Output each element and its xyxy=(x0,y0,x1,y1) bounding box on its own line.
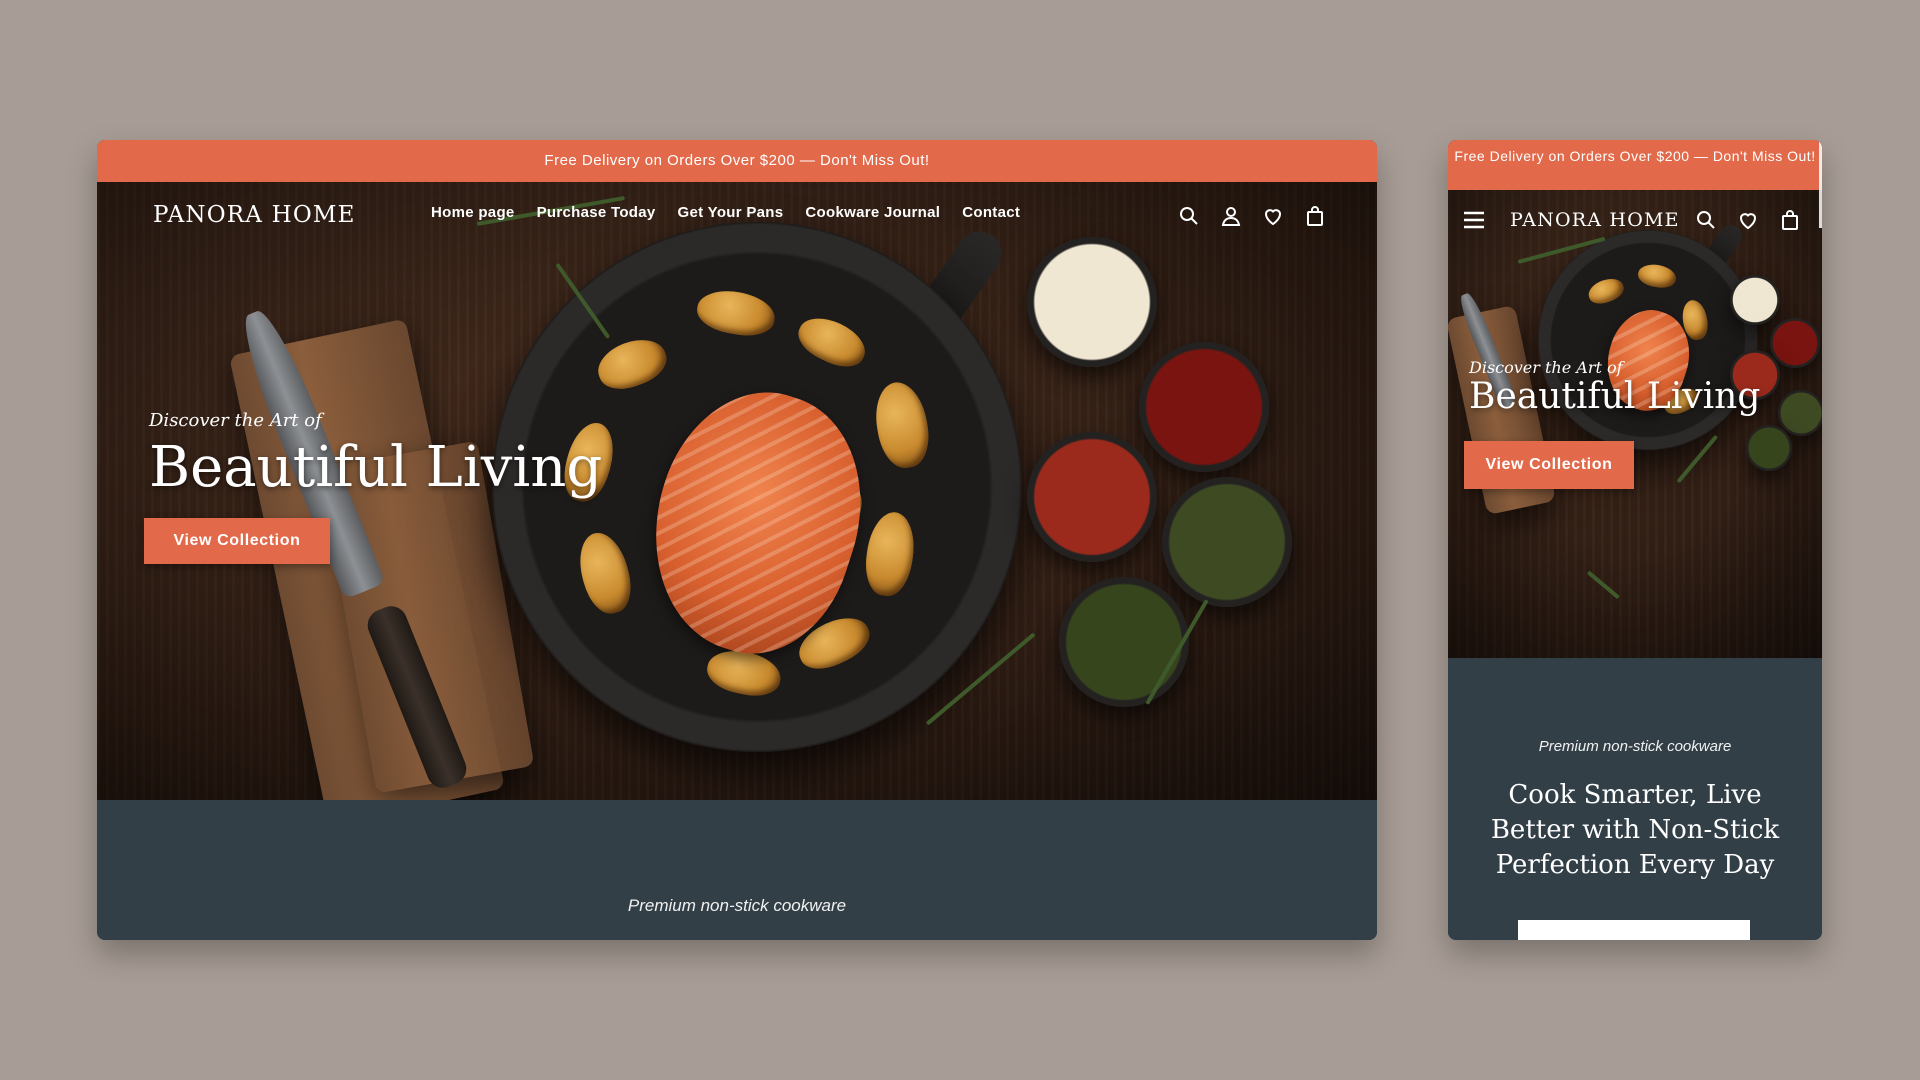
search-icon[interactable] xyxy=(1177,204,1201,228)
bag-icon[interactable] xyxy=(1303,204,1327,228)
nav-item-home[interactable]: Home page xyxy=(431,204,515,221)
intro-section-mobile: Premium non-stick cookware Cook Smarter,… xyxy=(1448,658,1822,940)
hero-headline: Beautiful Living xyxy=(149,435,603,500)
site-header: PANORA HOME Home page Purchase Today Get… xyxy=(97,182,1377,252)
view-collection-button[interactable]: View Collection xyxy=(144,518,330,564)
account-icon[interactable] xyxy=(1219,204,1243,228)
site-header-mobile: PANORA HOME xyxy=(1448,190,1822,248)
hero-text: Discover the Art of Beautiful Living xyxy=(149,410,602,499)
hero-eyebrow: Discover the Art of xyxy=(149,410,322,431)
search-icon[interactable] xyxy=(1694,208,1718,232)
bag-icon[interactable] xyxy=(1778,208,1802,232)
promo-banner-mobile: Free Delivery on Orders Over $200 — Don'… xyxy=(1448,140,1822,190)
section-tagline: Premium non-stick cookware xyxy=(627,896,847,915)
section-title: Cook Smarter, Live Better with Non-Stick… xyxy=(1490,780,1780,880)
promo-banner: Free Delivery on Orders Over $200 — Don'… xyxy=(97,140,1377,182)
nav-item-journal[interactable]: Cookware Journal xyxy=(805,204,940,221)
mobile-mockup: Free Delivery on Orders Over $200 — Don'… xyxy=(1448,140,1822,940)
hero-headline-mobile: Beautiful Living xyxy=(1469,376,1761,417)
hero-text-mobile: Discover the Art of Beautiful Living xyxy=(1469,358,1760,417)
section-tagline-mobile: Premium non-stick cookware xyxy=(1538,738,1732,755)
nav-item-contact[interactable]: Contact xyxy=(962,204,1020,221)
header-icons-mobile xyxy=(1694,208,1802,232)
heart-icon[interactable] xyxy=(1736,208,1760,232)
hero-eyebrow-mobile: Discover the Art of xyxy=(1469,358,1623,377)
hero-image-mobile xyxy=(1448,190,1822,658)
logo-mobile[interactable]: PANORA HOME xyxy=(1510,209,1680,231)
heart-icon[interactable] xyxy=(1261,204,1285,228)
logo[interactable]: PANORA HOME xyxy=(153,202,356,228)
desktop-mockup: Free Delivery on Orders Over $200 — Don'… xyxy=(97,140,1377,940)
intro-section: Premium non-stick cookware xyxy=(97,800,1377,940)
section-button[interactable] xyxy=(1518,920,1750,940)
view-collection-button-mobile[interactable]: View Collection xyxy=(1464,441,1634,489)
header-icons xyxy=(1177,204,1327,228)
menu-icon[interactable] xyxy=(1462,208,1486,232)
main-nav: Home page Purchase Today Get Your Pans C… xyxy=(431,204,1020,221)
nav-item-pans[interactable]: Get Your Pans xyxy=(678,204,784,221)
nav-item-purchase[interactable]: Purchase Today xyxy=(537,204,656,221)
